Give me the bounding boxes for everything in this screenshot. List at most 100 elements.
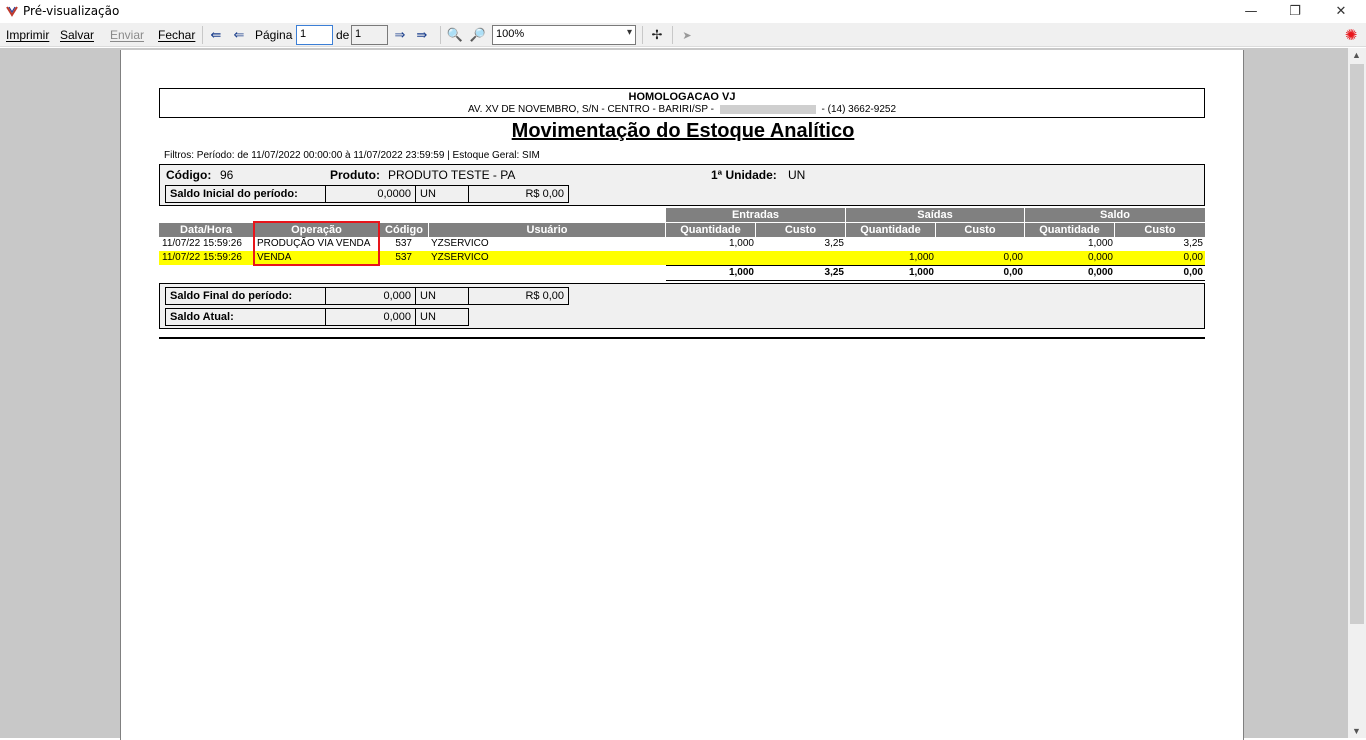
row-in-cost: 3,25 xyxy=(824,238,844,249)
total-out-qty: 1,000 xyxy=(908,267,934,278)
scroll-down-icon[interactable]: ▼ xyxy=(1352,726,1361,736)
group-header-entradas: Entradas xyxy=(666,208,846,222)
scroll-up-icon[interactable]: ▲ xyxy=(1352,50,1361,60)
col-header-in-qty: Quantidade xyxy=(666,223,756,237)
col-header-user: Usuário xyxy=(429,223,666,237)
zoom-in-icon[interactable]: 🔎 xyxy=(469,26,487,44)
current-balance-qty: 0,000 xyxy=(325,308,416,326)
pointer-icon[interactable]: ➤ xyxy=(678,26,696,44)
annotation-highlight-box xyxy=(253,221,380,266)
current-balance-label: Saldo Atual: xyxy=(165,308,326,326)
total-pages-field: 1 xyxy=(351,25,388,45)
zoom-out-icon[interactable]: 🔍 xyxy=(446,26,464,44)
chevron-down-icon: ▾ xyxy=(626,27,632,38)
of-label: de xyxy=(336,28,350,42)
report-title: Movimentação do Estoque Analítico xyxy=(511,120,855,142)
toolbar: Imprimir Salvar Enviar Fechar ⇚ ⇐ Página… xyxy=(0,23,1366,47)
total-in-qty: 1,000 xyxy=(728,267,754,278)
address-prefix: AV. XV DE NOVEMBRO, S/N - CENTRO - BARIR… xyxy=(467,104,714,115)
row-datetime: 11/07/22 15:59:26 xyxy=(162,238,242,249)
initial-balance-label: Saldo Inicial do período: xyxy=(165,185,326,203)
row-bal-qty: 0,000 xyxy=(1087,252,1113,263)
company-header: HOMOLOGACAO VJ AV. XV DE NOVEMBRO, S/N -… xyxy=(159,88,1205,118)
save-button[interactable]: Salvar xyxy=(60,28,94,42)
final-balance-qty: 0,000 xyxy=(325,287,416,305)
total-out-cost: 0,00 xyxy=(1003,267,1023,278)
page-input[interactable]: 1 xyxy=(296,25,333,45)
unit-label: 1ª Unidade: xyxy=(711,168,777,182)
zoom-value: 100% xyxy=(496,28,525,40)
title-bar: Pré-visualização — ❐ ✕ xyxy=(0,0,1366,23)
close-window-button[interactable]: ✕ xyxy=(1318,0,1364,23)
group-header-saidas: Saídas xyxy=(846,208,1025,222)
toolbar-separator xyxy=(440,26,441,44)
window-title: Pré-visualização xyxy=(23,4,120,18)
totals-bottom-line xyxy=(666,280,1205,281)
row-bal-cost: 3,25 xyxy=(1183,238,1203,249)
final-balance-label: Saldo Final do período: xyxy=(165,287,326,305)
row-in-cost xyxy=(756,251,846,265)
row-user: YZSERVICO xyxy=(431,238,489,249)
restore-button[interactable]: ❐ xyxy=(1272,0,1318,23)
initial-balance-value: R$ 0,00 xyxy=(468,185,569,203)
product-value: PRODUTO TESTE - PA xyxy=(388,168,516,182)
send-button[interactable]: Enviar xyxy=(110,28,144,42)
prev-page-icon[interactable]: ⇐ xyxy=(230,26,248,44)
row-bal-cost: 0,00 xyxy=(1183,252,1203,263)
company-name: HOMOLOGACAO VJ xyxy=(628,91,736,103)
zoom-select[interactable]: 100% ▾ xyxy=(492,25,636,45)
initial-balance-unit: UN xyxy=(415,185,469,203)
group-header-saldo: Saldo xyxy=(1025,208,1205,222)
scroll-thumb[interactable] xyxy=(1350,64,1364,624)
col-header-code: Código xyxy=(380,223,429,237)
code-value: 96 xyxy=(220,168,234,182)
page-label: Página xyxy=(255,28,293,42)
total-bal-cost: 0,00 xyxy=(1183,267,1203,278)
first-page-icon[interactable]: ⇚ xyxy=(207,26,225,44)
col-header-datetime: Data/Hora xyxy=(159,223,254,237)
col-header-bal-qty: Quantidade xyxy=(1025,223,1115,237)
totals-divider xyxy=(666,265,1205,266)
unit-value: UN xyxy=(788,168,806,182)
redacted-phone xyxy=(719,104,816,114)
next-page-icon[interactable]: ⇒ xyxy=(391,26,409,44)
brand-logo-icon: ✺ xyxy=(1344,26,1358,44)
row-code: 537 xyxy=(395,238,412,249)
total-in-cost: 3,25 xyxy=(824,267,844,278)
report-page: HOMOLOGACAO VJ AV. XV DE NOVEMBRO, S/N -… xyxy=(120,50,1244,740)
toolbar-separator xyxy=(642,26,643,44)
report-filters: Filtros: Período: de 11/07/2022 00:00:00… xyxy=(164,150,540,161)
current-balance-unit: UN xyxy=(415,308,469,326)
col-header-bal-cost: Custo xyxy=(1115,223,1205,237)
company-address: AV. XV DE NOVEMBRO, S/N - CENTRO - BARIR… xyxy=(160,104,1204,115)
row-out-cost: 0,00 xyxy=(1003,252,1023,263)
row-out-cost xyxy=(936,237,1025,251)
row-in-qty: 1,000 xyxy=(728,238,754,249)
total-bal-qty: 0,000 xyxy=(1087,267,1113,278)
row-out-qty: 1,000 xyxy=(908,252,934,263)
last-page-icon[interactable]: ⇛ xyxy=(413,26,431,44)
row-in-qty xyxy=(666,251,756,265)
fit-page-icon[interactable]: ✢ xyxy=(648,26,666,44)
row-code: 537 xyxy=(395,252,412,263)
row-bal-qty: 1,000 xyxy=(1087,238,1113,249)
col-header-out-qty: Quantidade xyxy=(846,223,936,237)
final-balance-value: R$ 0,00 xyxy=(468,287,569,305)
close-button[interactable]: Fechar xyxy=(158,28,195,42)
initial-balance-qty: 0,0000 xyxy=(325,185,416,203)
col-header-out-cost: Custo xyxy=(936,223,1025,237)
toolbar-separator xyxy=(672,26,673,44)
final-balance-unit: UN xyxy=(415,287,469,305)
preview-app-icon xyxy=(6,6,18,17)
address-suffix: - (14) 3662-9252 xyxy=(821,104,897,115)
report-end-line xyxy=(159,337,1205,339)
final-balance-box: Saldo Final do período: 0,000 UN R$ 0,00… xyxy=(159,283,1205,329)
vertical-scrollbar[interactable]: ▲ ▼ xyxy=(1348,48,1366,738)
row-datetime: 11/07/22 15:59:26 xyxy=(162,252,242,263)
totals-row: 1,000 3,25 1,000 0,00 0,000 0,00 xyxy=(159,266,1205,280)
row-user: YZSERVICO xyxy=(431,252,489,263)
minimize-button[interactable]: — xyxy=(1228,0,1274,23)
product-label: Produto: xyxy=(330,168,380,182)
print-button[interactable]: Imprimir xyxy=(6,28,49,42)
col-header-in-cost: Custo xyxy=(756,223,846,237)
